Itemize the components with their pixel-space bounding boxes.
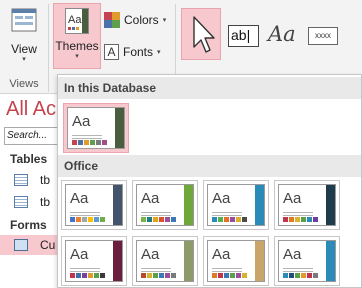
select-pointer-button[interactable] — [181, 8, 221, 60]
chevron-down-icon: ▾ — [22, 56, 26, 63]
theme-color-swatches — [283, 273, 318, 278]
nav-item-label: tb — [40, 173, 51, 187]
chevron-down-icon: ▾ — [157, 49, 161, 56]
themes-button[interactable]: Aa Themes ▾ — [53, 3, 101, 69]
view-icon — [11, 8, 37, 32]
themes-dropdown: In this Database Aa Office Aa Aa Aa Aa Aa Aa A… — [57, 74, 362, 288]
theme-tile[interactable]: Aa — [203, 236, 269, 286]
colors-icon — [104, 12, 120, 28]
nav-search-input[interactable]: Search... — [4, 127, 58, 145]
theme-tile[interactable]: Aa — [132, 180, 198, 230]
theme-sample-text: Aa — [283, 190, 302, 207]
theme-sample-text: Aa — [72, 113, 91, 130]
nav-item-label: Cu — [40, 238, 56, 252]
theme-tile[interactable]: Aa — [274, 236, 340, 286]
table-icon — [14, 174, 28, 186]
theme-sample-text: Aa — [283, 246, 302, 263]
theme-sample-text: Aa — [70, 190, 89, 207]
theme-color-swatches — [72, 140, 107, 145]
colors-label: Colors — [124, 13, 159, 27]
theme-accent-bar — [255, 185, 264, 225]
nav-group-forms[interactable]: Forms — [10, 218, 47, 232]
button-control-button[interactable]: xxxx — [308, 27, 338, 45]
views-group-label: Views — [9, 78, 39, 90]
theme-color-swatches — [70, 217, 105, 222]
theme-tile[interactable]: Aa — [203, 180, 269, 230]
theme-color-swatches — [141, 217, 176, 222]
theme-color-swatches — [70, 273, 105, 278]
fonts-icon: A — [104, 44, 119, 60]
theme-accent-bar — [184, 185, 193, 225]
view-button[interactable]: View ▾ — [4, 4, 44, 68]
theme-sample-text: Aa — [70, 246, 89, 263]
svg-text:Aa: Aa — [68, 14, 82, 26]
chevron-down-icon: ▾ — [75, 53, 79, 60]
theme-accent-bar — [113, 185, 122, 225]
theme-tile[interactable]: Aa — [61, 236, 127, 286]
navigation-pane: All Ac Search... Tables tb tb Forms Cu — [0, 94, 58, 288]
access-window: View ▾ Views Aa Themes ▾ Colors ▾ A Font… — [0, 0, 362, 288]
textbox-control-button[interactable]: ab| — [228, 25, 259, 47]
theme-accent-bar — [255, 241, 264, 281]
section-header-in-database: In this Database — [58, 77, 361, 99]
label-control-button[interactable]: Aa — [268, 22, 296, 46]
theme-accent-bar — [113, 241, 122, 281]
view-label: View — [11, 42, 37, 56]
theme-color-swatches — [141, 273, 176, 278]
theme-sample-text: Aa — [141, 246, 160, 263]
theme-accent-bar — [184, 241, 193, 281]
nav-item-table[interactable]: tb — [0, 192, 58, 212]
theme-tile[interactable]: Aa — [61, 180, 127, 230]
form-icon — [14, 239, 28, 251]
section-header-office: Office — [58, 155, 361, 177]
nav-item-label: tb — [40, 195, 51, 209]
theme-color-swatches — [212, 217, 247, 222]
theme-tile[interactable]: Aa — [274, 180, 340, 230]
theme-sample-text: Aa — [212, 190, 231, 207]
colors-button[interactable]: Colors ▾ — [104, 10, 166, 30]
theme-tile-current[interactable]: Aa — [63, 103, 129, 153]
nav-item-form[interactable]: Cu — [0, 235, 58, 255]
fonts-label: Fonts — [123, 45, 154, 59]
ribbon-divider — [48, 4, 49, 92]
theme-accent-bar — [326, 241, 335, 281]
pointer-icon — [193, 16, 215, 53]
fonts-button[interactable]: A Fonts ▾ — [104, 42, 161, 62]
theme-color-swatches — [212, 273, 247, 278]
theme-accent-bar — [326, 185, 335, 225]
theme-color-swatches — [283, 217, 318, 222]
theme-sample-text: Aa — [141, 190, 160, 207]
themes-label: Themes — [55, 39, 99, 53]
nav-group-tables[interactable]: Tables — [10, 152, 47, 166]
nav-pane-title[interactable]: All Ac — [6, 98, 56, 121]
theme-accent-bar — [115, 108, 124, 148]
themes-icon: Aa — [65, 8, 89, 34]
theme-sample-text: Aa — [212, 246, 231, 263]
nav-item-table[interactable]: tb — [0, 170, 58, 190]
theme-tile[interactable]: Aa — [132, 236, 198, 286]
chevron-down-icon: ▾ — [162, 17, 167, 24]
table-icon — [14, 196, 28, 208]
controls-gallery-scroll[interactable] — [346, 8, 362, 68]
